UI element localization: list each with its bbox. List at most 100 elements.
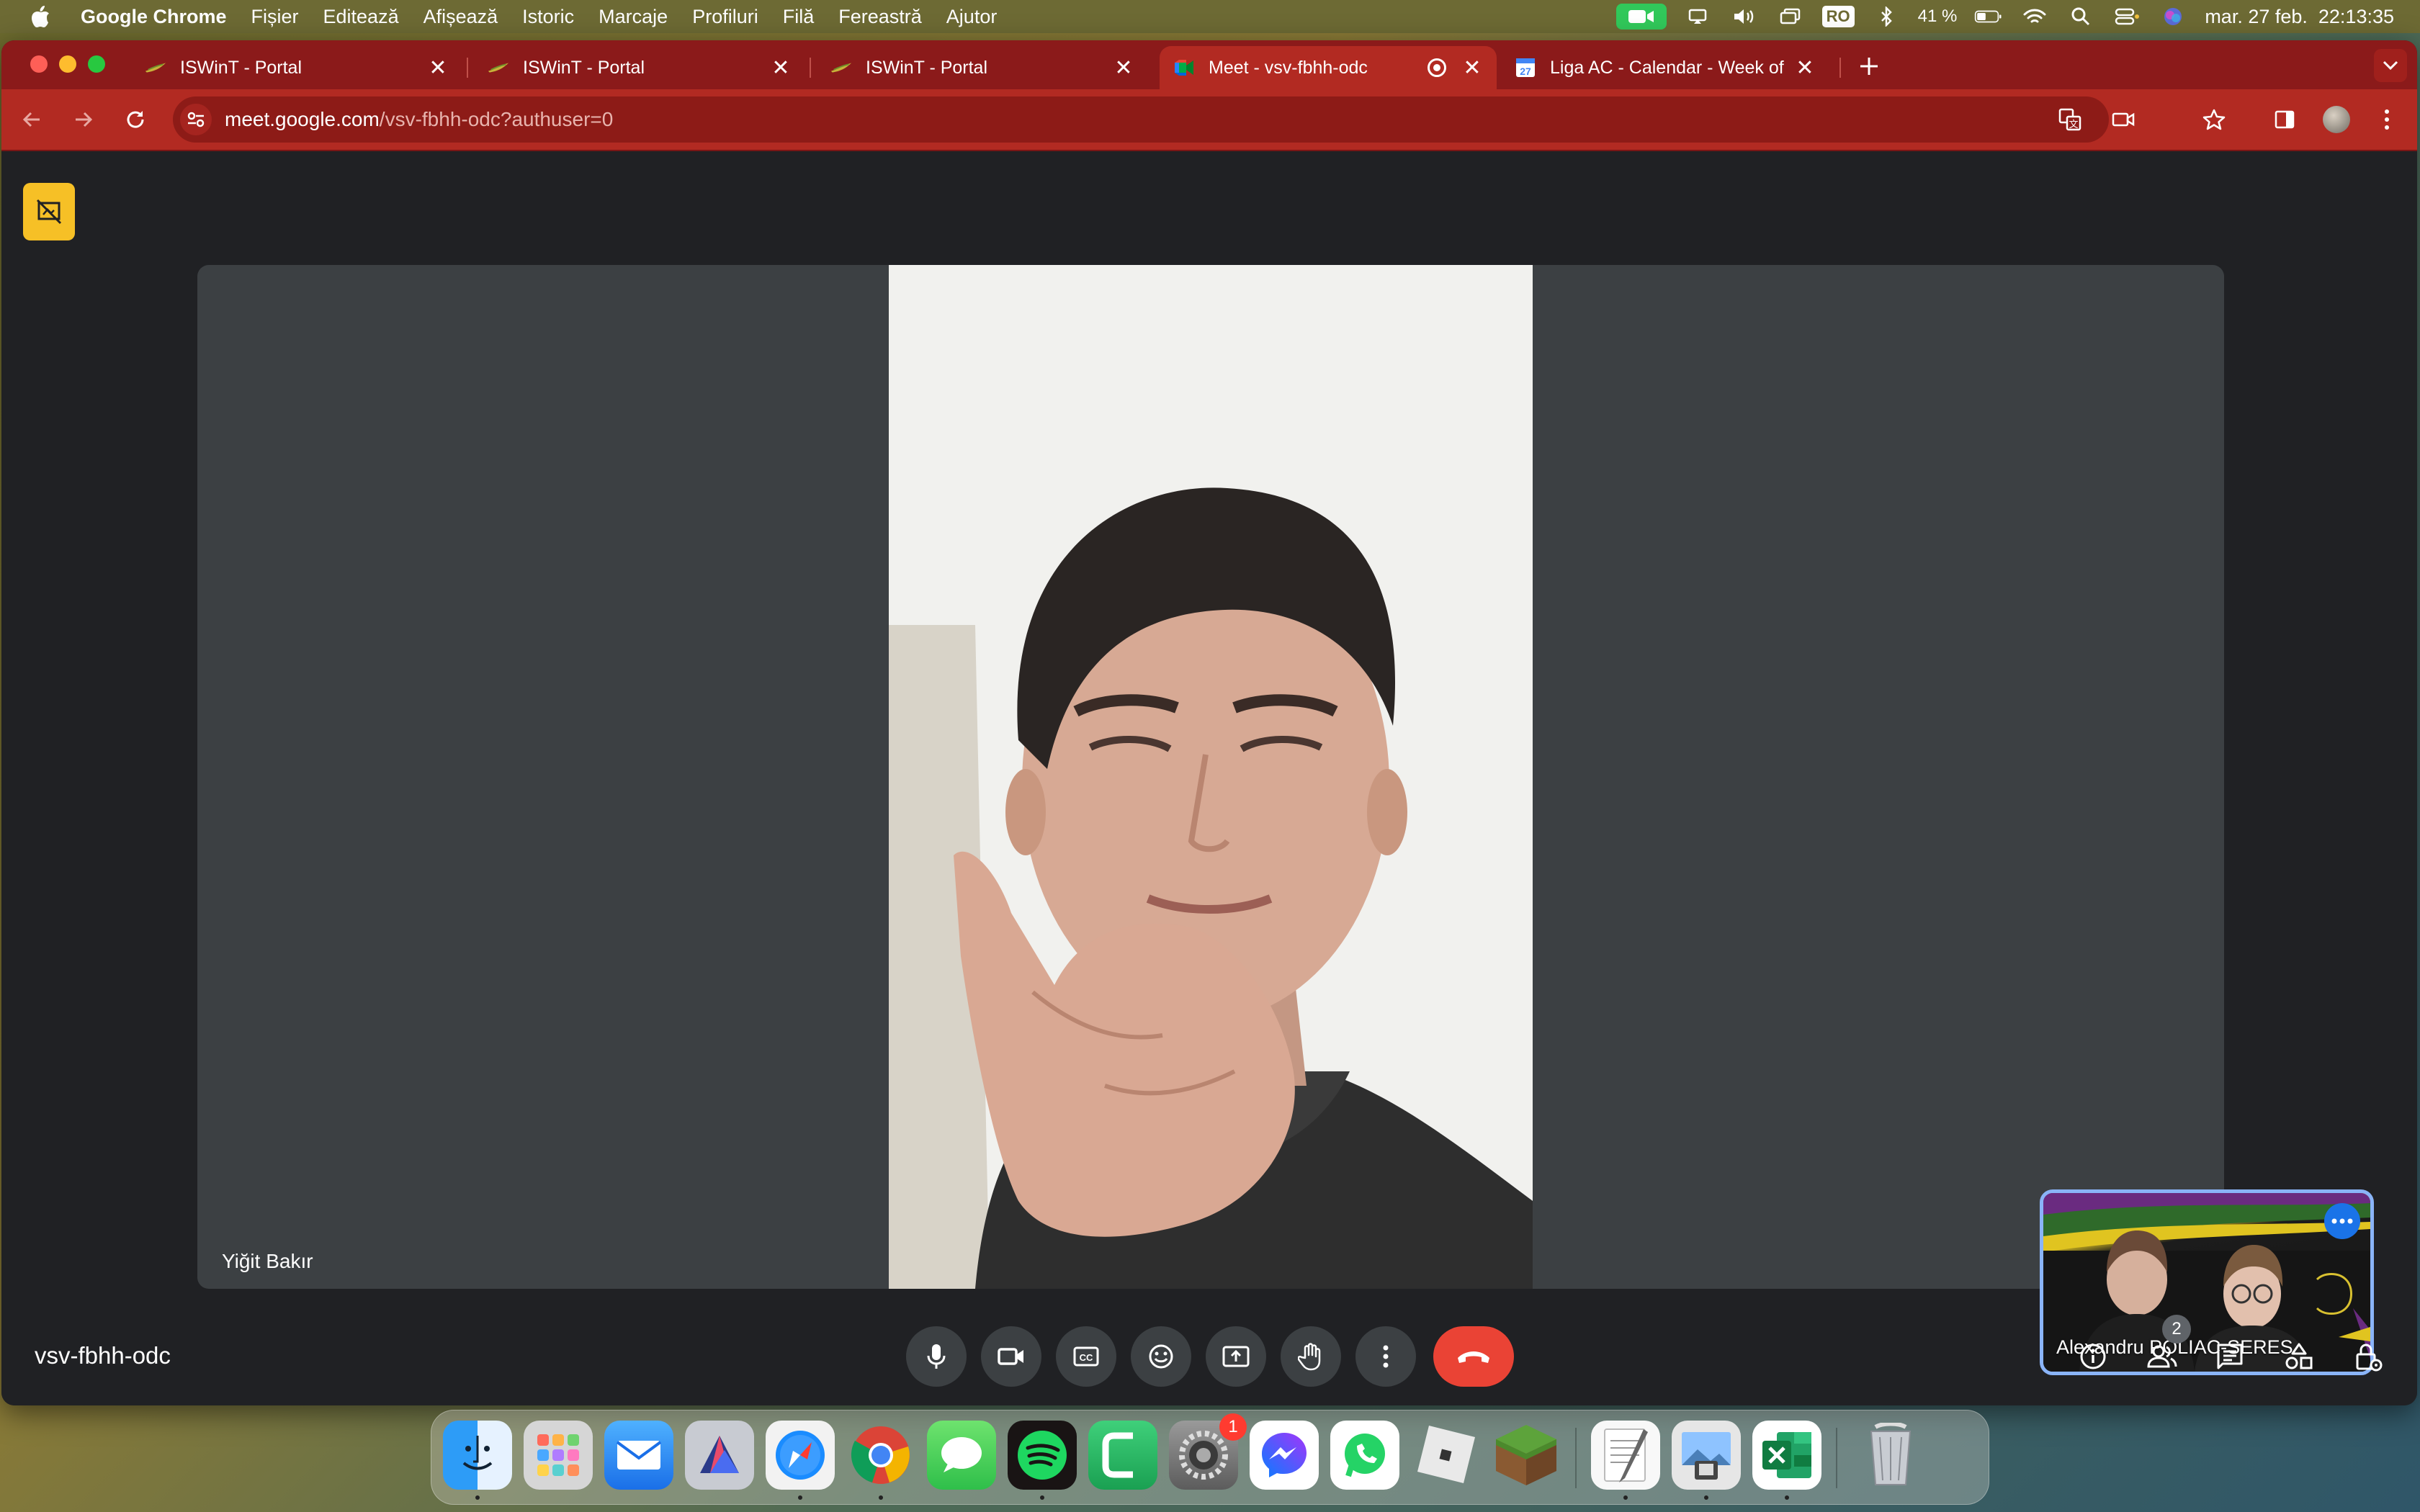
trash-icon[interactable] [1856, 1421, 1925, 1490]
messenger-icon[interactable] [1250, 1421, 1319, 1490]
tab-iswint-portal-3[interactable]: ISWinT - Portal ✕ [817, 46, 1148, 89]
chat-icon[interactable] [2205, 1332, 2254, 1381]
tab-title: ISWinT - Portal [866, 57, 988, 78]
whatsapp-icon[interactable] [1330, 1421, 1399, 1490]
tab-liga-ac-calendar[interactable]: 27 Liga AC - Calendar - Week of ✕ [1501, 46, 1829, 89]
messages-icon[interactable] [927, 1421, 996, 1490]
system-settings-badge: 1 [1219, 1413, 1247, 1441]
macos-dock: 1 [431, 1410, 1989, 1505]
side-panel-icon[interactable] [2269, 104, 2300, 135]
bluetooth-icon[interactable] [1872, 4, 1901, 29]
url-text[interactable]: meet.google.com/vsv-fbhh-odc?authuser=0 [225, 108, 613, 131]
textedit-icon[interactable] [1591, 1421, 1660, 1490]
window-zoom-button[interactable] [88, 55, 105, 73]
host-controls-icon[interactable] [2344, 1332, 2393, 1381]
tab-close-icon[interactable]: ✕ [1112, 56, 1135, 80]
battery-icon[interactable] [1974, 4, 2003, 29]
control-center-icon[interactable] [2112, 4, 2141, 29]
tab-iswint-portal-2[interactable]: ISWinT - Portal ✕ [474, 46, 805, 89]
tab-close-icon[interactable]: ✕ [426, 56, 449, 80]
chrome-menu-icon[interactable] [2371, 104, 2403, 135]
menu-help[interactable]: Ajutor [946, 6, 998, 28]
meet-control-bar: vsv-fbhh-odc CC 2 [1, 1306, 2417, 1400]
macos-menu-bar: Google Chrome Fișier Editează Afișează I… [0, 0, 2420, 33]
self-view-more-options-icon[interactable] [2324, 1203, 2360, 1239]
spotlight-search-icon[interactable] [2066, 4, 2095, 29]
forward-button[interactable] [68, 104, 99, 135]
svg-text:CC: CC [1080, 1352, 1093, 1363]
tab-title: Meet - vsv-fbhh-odc [1209, 57, 1368, 78]
menu-view[interactable]: Afișează [424, 6, 498, 28]
site-info-icon[interactable] [180, 104, 212, 135]
launchpad-icon[interactable] [524, 1421, 593, 1490]
screen-mirroring-icon[interactable] [1684, 4, 1713, 29]
iswint-favicon-icon [144, 56, 167, 79]
mail-icon[interactable] [604, 1421, 673, 1490]
present-screen-button[interactable] [1206, 1326, 1266, 1387]
minecraft-icon[interactable] [1492, 1421, 1561, 1490]
spotify-icon[interactable] [1008, 1421, 1077, 1490]
siri-icon[interactable] [2159, 4, 2187, 29]
url-domain: meet.google.com [225, 108, 380, 130]
captions-button[interactable]: CC [1056, 1326, 1116, 1387]
participant-video [889, 265, 1533, 1289]
input-source-indicator[interactable]: RO [1821, 6, 1855, 27]
menu-profiles[interactable]: Profiluri [692, 6, 758, 28]
menu-bookmarks[interactable]: Marcaje [599, 6, 668, 28]
meeting-details-icon[interactable] [2069, 1332, 2118, 1381]
menu-file[interactable]: Fișier [251, 6, 299, 28]
menu-app-name[interactable]: Google Chrome [81, 6, 227, 28]
translate-icon[interactable]: 文 [2056, 105, 2084, 134]
leave-call-button[interactable] [1433, 1326, 1514, 1387]
menu-window[interactable]: Fereastră [838, 6, 922, 28]
tab-close-icon[interactable]: ✕ [1461, 56, 1484, 80]
meet-page: Yiğit Bakır Alexandru POLIAC-SERES vsv-f… [1, 151, 2417, 1405]
menu-edit[interactable]: Editează [323, 6, 399, 28]
camera-in-use-icon[interactable] [1615, 4, 1667, 30]
iswint-favicon-icon [487, 56, 510, 79]
activities-icon[interactable] [2275, 1332, 2323, 1381]
back-button[interactable] [16, 104, 48, 135]
excel-icon[interactable] [1752, 1421, 1821, 1490]
tab-search-button[interactable] [2374, 49, 2407, 82]
camera-button[interactable] [981, 1326, 1041, 1387]
menubar-clock[interactable]: mar. 27 feb. 22:13:35 [2205, 6, 2394, 28]
window-minimize-button[interactable] [59, 55, 76, 73]
svg-text:27: 27 [1520, 66, 1531, 77]
tab-close-icon[interactable]: ✕ [1793, 56, 1816, 80]
tab-iswint-portal-1[interactable]: ISWinT - Portal ✕ [131, 46, 462, 89]
menu-tab[interactable]: Filă [783, 6, 815, 28]
apple-menu-icon[interactable] [26, 2, 55, 31]
layout-indicator-icon[interactable] [23, 183, 75, 240]
menu-history[interactable]: Istoric [522, 6, 574, 28]
affinity-icon[interactable] [685, 1421, 754, 1490]
more-options-button[interactable] [1355, 1326, 1416, 1387]
emoji-reactions-button[interactable] [1131, 1326, 1191, 1387]
profile-avatar[interactable] [2321, 104, 2352, 135]
wifi-icon[interactable] [2020, 4, 2049, 29]
tab-google-meet[interactable]: Meet - vsv-fbhh-odc ✕ [1160, 46, 1497, 89]
camo-icon[interactable] [1088, 1421, 1157, 1490]
new-tab-button[interactable] [1858, 53, 1880, 82]
url-path: /vsv-fbhh-odc?authuser=0 [379, 108, 614, 130]
camera-in-use-omnibox-icon[interactable] [2109, 105, 2138, 134]
volume-icon[interactable] [1730, 4, 1759, 29]
microphone-button[interactable] [906, 1326, 967, 1387]
roblox-icon[interactable] [1411, 1421, 1480, 1490]
window-close-button[interactable] [30, 55, 48, 73]
main-video-tile[interactable]: Yiğit Bakır [197, 265, 2224, 1289]
chrome-icon[interactable] [846, 1421, 915, 1490]
main-participant-name: Yiğit Bakır [222, 1250, 313, 1272]
svg-text:文: 文 [2069, 119, 2078, 130]
address-bar[interactable]: meet.google.com/vsv-fbhh-odc?authuser=0 … [173, 96, 2135, 143]
tab-close-icon[interactable]: ✕ [769, 56, 792, 80]
browser-toolbar: meet.google.com/vsv-fbhh-odc?authuser=0 … [1, 89, 2417, 151]
safari-icon[interactable] [766, 1421, 835, 1490]
finder-icon[interactable] [443, 1421, 512, 1490]
bookmark-star-icon[interactable] [2198, 104, 2230, 135]
recording-indicator-icon [1428, 58, 1446, 77]
raise-hand-button[interactable] [1281, 1326, 1341, 1387]
preview-icon[interactable] [1672, 1421, 1741, 1490]
reload-button[interactable] [120, 104, 151, 135]
stage-manager-icon[interactable] [1776, 4, 1805, 29]
